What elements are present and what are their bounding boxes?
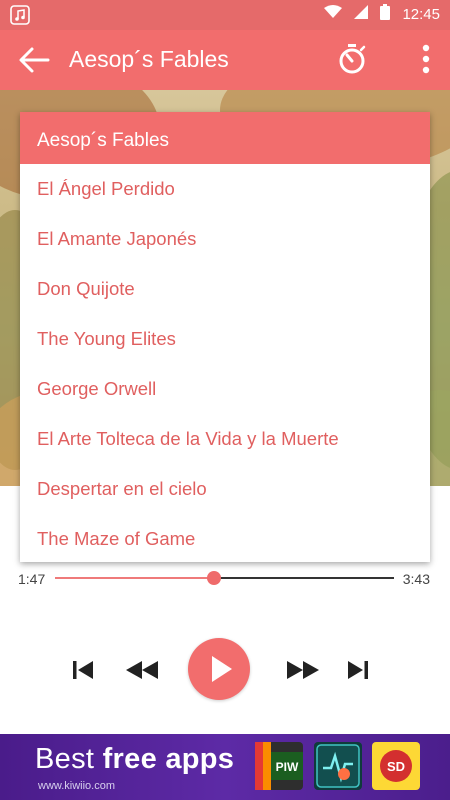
- sleep-timer-button[interactable]: [337, 43, 367, 75]
- more-vertical-icon: [422, 44, 430, 74]
- playlist-item[interactable]: The Maze of Game: [20, 514, 430, 564]
- back-button[interactable]: [18, 46, 50, 74]
- app-bar: Aesop´s Fables: [0, 30, 450, 90]
- fast-forward-icon: [287, 661, 319, 679]
- seekbar-progress: [55, 577, 215, 579]
- playlist-item[interactable]: El Arte Tolteca de la Vida y la Muerte: [20, 414, 430, 464]
- overflow-menu-button[interactable]: [416, 44, 436, 76]
- elapsed-time: 1:47: [18, 571, 46, 587]
- piw-app-icon: PIW: [255, 742, 303, 790]
- skip-previous-icon: [73, 661, 93, 679]
- page-title: Aesop´s Fables: [69, 46, 229, 72]
- playlist-item[interactable]: George Orwell: [20, 364, 430, 414]
- arrow-left-icon: [19, 47, 50, 73]
- dropdown-selected-item[interactable]: Aesop´s Fables: [20, 112, 430, 164]
- stopwatch-icon: [339, 44, 366, 74]
- playlist-item[interactable]: Don Quijote: [20, 264, 430, 314]
- skip-next-icon: [348, 661, 368, 679]
- ad-app-sd[interactable]: SD: [372, 742, 420, 790]
- pulse-app-icon: [316, 744, 360, 788]
- playlist-dropdown: Aesop´s Fables El Ángel Perdido El Amant…: [20, 112, 430, 562]
- sd-app-label: SD: [387, 759, 405, 774]
- playlist-item[interactable]: Despertar en el cielo: [20, 464, 430, 514]
- skip-previous-button[interactable]: [71, 659, 95, 681]
- ad-headline: Best free apps: [35, 743, 235, 775]
- battery-icon: [380, 4, 391, 25]
- ad-url: www.kiwiio.com: [38, 780, 116, 792]
- signal-icon: [354, 5, 369, 24]
- playlist-item[interactable]: El Amante Japonés: [20, 214, 430, 264]
- sd-app-icon: SD: [380, 750, 412, 782]
- seekbar[interactable]: [55, 571, 394, 585]
- rewind-icon: [126, 661, 158, 679]
- skip-next-button[interactable]: [346, 659, 370, 681]
- music-notification-icon: [10, 5, 30, 25]
- fast-forward-button[interactable]: [285, 659, 321, 681]
- play-icon: [212, 656, 232, 682]
- ad-app-piw[interactable]: PIW: [255, 742, 303, 790]
- rewind-button[interactable]: [124, 659, 160, 681]
- total-time: 3:43: [402, 571, 430, 587]
- wifi-icon: [324, 5, 343, 24]
- ad-banner[interactable]: Best free apps www.kiwiio.com PIW SD: [0, 734, 450, 800]
- piw-app-label: PIW: [276, 760, 299, 774]
- playlist-item[interactable]: El Ángel Perdido: [20, 164, 430, 214]
- ad-app-pulse[interactable]: [314, 742, 362, 790]
- seekbar-thumb[interactable]: [207, 571, 222, 585]
- status-bar: 12:45: [0, 0, 450, 30]
- play-button[interactable]: [188, 638, 250, 700]
- playlist-item[interactable]: The Young Elites: [20, 314, 430, 364]
- status-clock: 12:45: [402, 6, 440, 23]
